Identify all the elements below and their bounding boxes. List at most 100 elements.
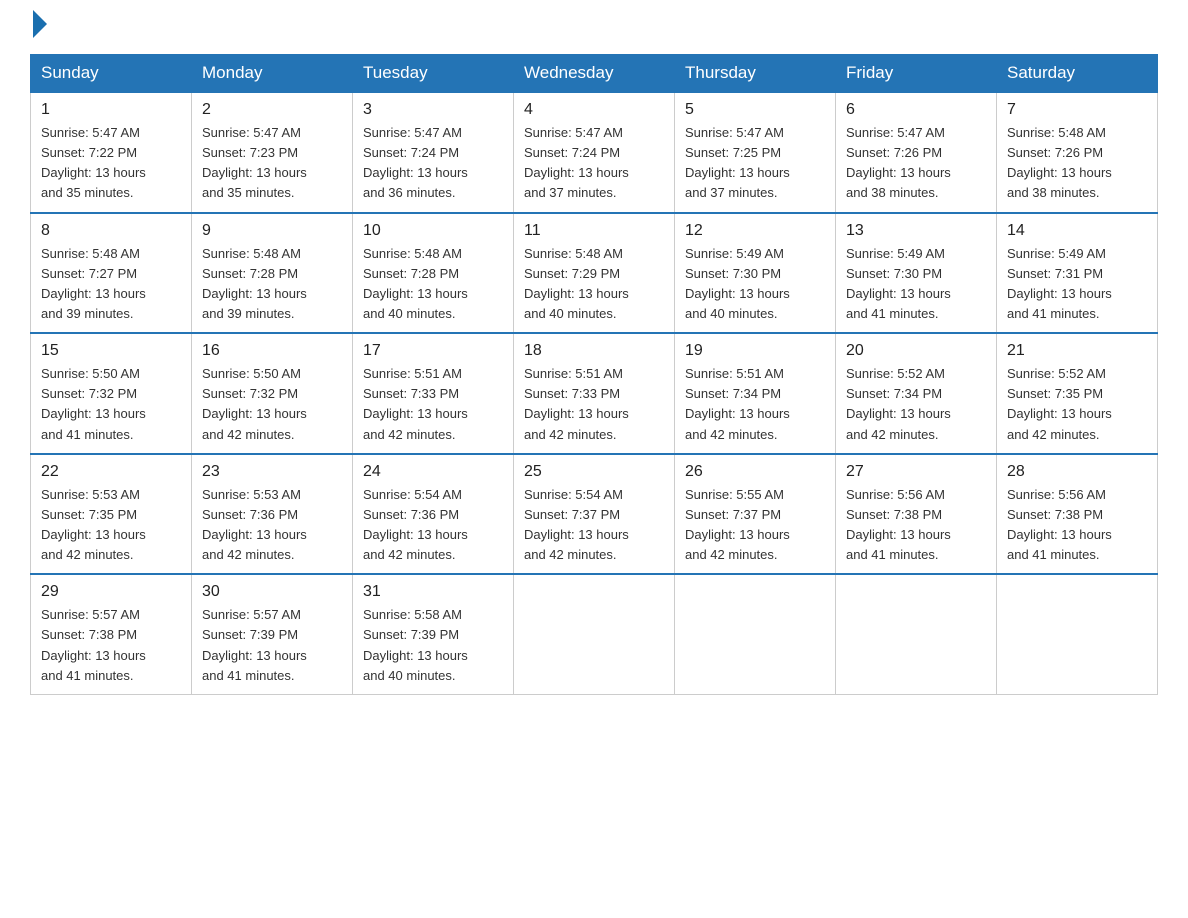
day-info: Sunrise: 5:56 AMSunset: 7:38 PMDaylight:…: [846, 485, 986, 566]
calendar-header-thursday: Thursday: [675, 55, 836, 93]
day-number: 9: [202, 222, 342, 240]
calendar-cell: [514, 574, 675, 694]
calendar-header-tuesday: Tuesday: [353, 55, 514, 93]
day-number: 14: [1007, 222, 1147, 240]
calendar-cell: 6Sunrise: 5:47 AMSunset: 7:26 PMDaylight…: [836, 92, 997, 213]
calendar-cell: 25 Sunrise: 5:54 AMSunset: 7:37 PMDayligh…: [514, 454, 675, 575]
calendar-week-row: 22 Sunrise: 5:53 AMSunset: 7:35 PMDayligh…: [31, 454, 1158, 575]
day-number: 21: [1007, 342, 1147, 360]
day-number: 27: [846, 463, 986, 481]
calendar-cell: [836, 574, 997, 694]
day-info: Sunrise: 5:50 AMSunset: 7:32 PMDaylight:…: [202, 364, 342, 445]
calendar-header-monday: Monday: [192, 55, 353, 93]
calendar-cell: 20Sunrise: 5:52 AMSunset: 7:34 PMDayligh…: [836, 333, 997, 454]
calendar-cell: 27 Sunrise: 5:56 AMSunset: 7:38 PMDayligh…: [836, 454, 997, 575]
day-info: Sunrise: 5:47 AMSunset: 7:24 PMDaylight:…: [363, 123, 503, 204]
calendar-cell: 24 Sunrise: 5:54 AMSunset: 7:36 PMDayligh…: [353, 454, 514, 575]
calendar-cell: 9 Sunrise: 5:48 AMSunset: 7:28 PMDaylight…: [192, 213, 353, 334]
day-number: 24: [363, 463, 503, 481]
day-info: Sunrise: 5:50 AMSunset: 7:32 PMDaylight:…: [41, 364, 181, 445]
calendar-cell: 8 Sunrise: 5:48 AMSunset: 7:27 PMDaylight…: [31, 213, 192, 334]
calendar-cell: 29 Sunrise: 5:57 AMSunset: 7:38 PMDayligh…: [31, 574, 192, 694]
logo-triangle-icon: [33, 10, 47, 38]
day-number: 19: [685, 342, 825, 360]
day-info: Sunrise: 5:54 AMSunset: 7:37 PMDaylight:…: [524, 485, 664, 566]
day-info: Sunrise: 5:48 AMSunset: 7:26 PMDaylight:…: [1007, 123, 1147, 204]
calendar-cell: 10 Sunrise: 5:48 AMSunset: 7:28 PMDayligh…: [353, 213, 514, 334]
day-number: 25: [524, 463, 664, 481]
day-info: Sunrise: 5:48 AMSunset: 7:28 PMDaylight:…: [202, 244, 342, 325]
day-number: 15: [41, 342, 181, 360]
day-number: 26: [685, 463, 825, 481]
calendar-cell: 19 Sunrise: 5:51 AMSunset: 7:34 PMDayligh…: [675, 333, 836, 454]
day-info: Sunrise: 5:56 AMSunset: 7:38 PMDaylight:…: [1007, 485, 1147, 566]
day-number: 4: [524, 101, 664, 119]
day-info: Sunrise: 5:58 AMSunset: 7:39 PMDaylight:…: [363, 605, 503, 686]
day-number: 7: [1007, 101, 1147, 119]
day-info: Sunrise: 5:57 AMSunset: 7:39 PMDaylight:…: [202, 605, 342, 686]
calendar-cell: 2 Sunrise: 5:47 AMSunset: 7:23 PMDaylight…: [192, 92, 353, 213]
calendar-cell: 30 Sunrise: 5:57 AMSunset: 7:39 PMDayligh…: [192, 574, 353, 694]
calendar-cell: 3 Sunrise: 5:47 AMSunset: 7:24 PMDaylight…: [353, 92, 514, 213]
day-info: Sunrise: 5:57 AMSunset: 7:38 PMDaylight:…: [41, 605, 181, 686]
day-info: Sunrise: 5:49 AMSunset: 7:30 PMDaylight:…: [685, 244, 825, 325]
calendar-cell: [675, 574, 836, 694]
day-number: 31: [363, 583, 503, 601]
calendar-cell: [997, 574, 1158, 694]
day-info: Sunrise: 5:53 AMSunset: 7:35 PMDaylight:…: [41, 485, 181, 566]
calendar-cell: 22 Sunrise: 5:53 AMSunset: 7:35 PMDayligh…: [31, 454, 192, 575]
calendar-week-row: 8 Sunrise: 5:48 AMSunset: 7:27 PMDaylight…: [31, 213, 1158, 334]
calendar-week-row: 29 Sunrise: 5:57 AMSunset: 7:38 PMDayligh…: [31, 574, 1158, 694]
day-info: Sunrise: 5:55 AMSunset: 7:37 PMDaylight:…: [685, 485, 825, 566]
page-header: [30, 20, 1158, 38]
calendar-cell: 15 Sunrise: 5:50 AMSunset: 7:32 PMDayligh…: [31, 333, 192, 454]
day-info: Sunrise: 5:54 AMSunset: 7:36 PMDaylight:…: [363, 485, 503, 566]
day-info: Sunrise: 5:51 AMSunset: 7:33 PMDaylight:…: [524, 364, 664, 445]
calendar-week-row: 15 Sunrise: 5:50 AMSunset: 7:32 PMDayligh…: [31, 333, 1158, 454]
calendar-cell: 1 Sunrise: 5:47 AMSunset: 7:22 PMDaylight…: [31, 92, 192, 213]
day-number: 18: [524, 342, 664, 360]
day-info: Sunrise: 5:48 AMSunset: 7:29 PMDaylight:…: [524, 244, 664, 325]
day-info: Sunrise: 5:47 AMSunset: 7:24 PMDaylight:…: [524, 123, 664, 204]
calendar-table: SundayMondayTuesdayWednesdayThursdayFrid…: [30, 54, 1158, 695]
day-number: 3: [363, 101, 503, 119]
calendar-cell: 11 Sunrise: 5:48 AMSunset: 7:29 PMDayligh…: [514, 213, 675, 334]
calendar-cell: 14 Sunrise: 5:49 AMSunset: 7:31 PMDayligh…: [997, 213, 1158, 334]
day-number: 12: [685, 222, 825, 240]
day-info: Sunrise: 5:51 AMSunset: 7:33 PMDaylight:…: [363, 364, 503, 445]
day-number: 28: [1007, 463, 1147, 481]
calendar-cell: 31 Sunrise: 5:58 AMSunset: 7:39 PMDayligh…: [353, 574, 514, 694]
calendar-cell: 16 Sunrise: 5:50 AMSunset: 7:32 PMDayligh…: [192, 333, 353, 454]
calendar-week-row: 1 Sunrise: 5:47 AMSunset: 7:22 PMDaylight…: [31, 92, 1158, 213]
day-info: Sunrise: 5:51 AMSunset: 7:34 PMDaylight:…: [685, 364, 825, 445]
calendar-cell: 28 Sunrise: 5:56 AMSunset: 7:38 PMDayligh…: [997, 454, 1158, 575]
calendar-cell: 23Sunrise: 5:53 AMSunset: 7:36 PMDayligh…: [192, 454, 353, 575]
day-info: Sunrise: 5:49 AMSunset: 7:30 PMDaylight:…: [846, 244, 986, 325]
day-number: 8: [41, 222, 181, 240]
day-info: Sunrise: 5:48 AMSunset: 7:27 PMDaylight:…: [41, 244, 181, 325]
calendar-cell: 5 Sunrise: 5:47 AMSunset: 7:25 PMDaylight…: [675, 92, 836, 213]
day-info: Sunrise: 5:49 AMSunset: 7:31 PMDaylight:…: [1007, 244, 1147, 325]
day-number: 10: [363, 222, 503, 240]
calendar-cell: 21Sunrise: 5:52 AMSunset: 7:35 PMDayligh…: [997, 333, 1158, 454]
day-info: Sunrise: 5:53 AMSunset: 7:36 PMDaylight:…: [202, 485, 342, 566]
calendar-cell: 26 Sunrise: 5:55 AMSunset: 7:37 PMDayligh…: [675, 454, 836, 575]
day-info: Sunrise: 5:47 AMSunset: 7:25 PMDaylight:…: [685, 123, 825, 204]
day-number: 5: [685, 101, 825, 119]
day-number: 22: [41, 463, 181, 481]
calendar-header-row: SundayMondayTuesdayWednesdayThursdayFrid…: [31, 55, 1158, 93]
calendar-cell: 4 Sunrise: 5:47 AMSunset: 7:24 PMDaylight…: [514, 92, 675, 213]
day-info: Sunrise: 5:48 AMSunset: 7:28 PMDaylight:…: [363, 244, 503, 325]
day-number: 11: [524, 222, 664, 240]
day-number: 1: [41, 101, 181, 119]
day-number: 13: [846, 222, 986, 240]
day-number: 16: [202, 342, 342, 360]
day-number: 30: [202, 583, 342, 601]
day-number: 29: [41, 583, 181, 601]
calendar-header-saturday: Saturday: [997, 55, 1158, 93]
day-number: 2: [202, 101, 342, 119]
day-number: 20: [846, 342, 986, 360]
day-info: Sunrise: 5:47 AMSunset: 7:22 PMDaylight:…: [41, 123, 181, 204]
day-info: Sunrise: 5:47 AMSunset: 7:23 PMDaylight:…: [202, 123, 342, 204]
calendar-header-wednesday: Wednesday: [514, 55, 675, 93]
